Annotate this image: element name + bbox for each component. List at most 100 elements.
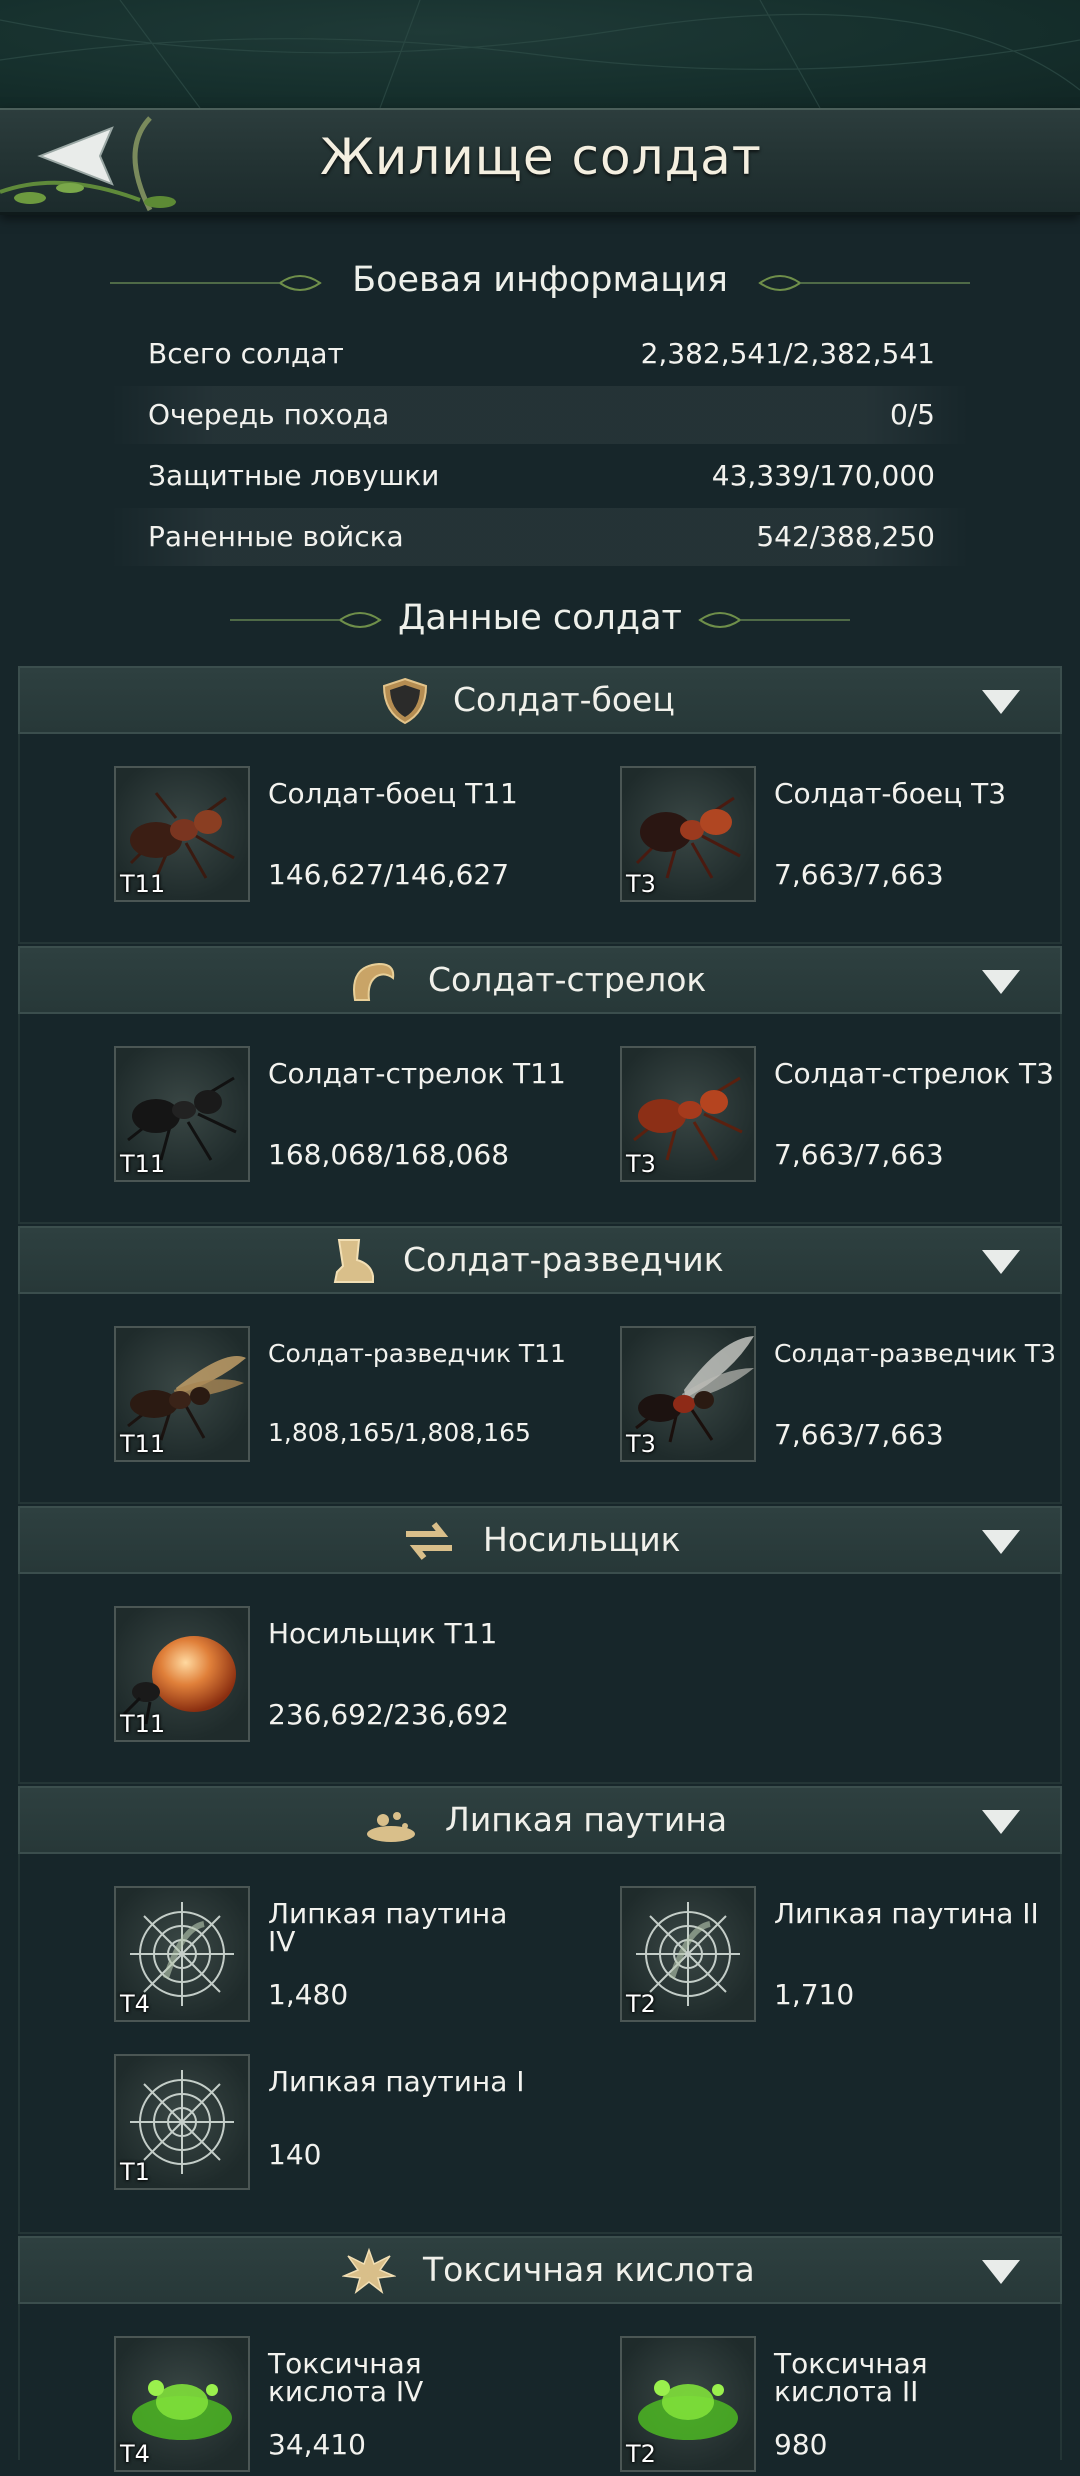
unit-name: Липкая паутина II [774,1897,1039,1930]
info-label: Очередь похода [148,398,390,431]
chevron-down-icon[interactable] [982,1250,1020,1274]
toxic-splash-icon [342,2247,396,2294]
category-header-fighter[interactable]: Солдат-боец [18,666,1062,734]
tier-badge: T3 [626,1430,656,1458]
unit-name: Токсичная кислота IV [268,2347,424,2408]
tier-badge: T11 [120,1150,166,1178]
category-body-sticky-web: T4 Липкая паутина IV 1,480 T2 Липкая пау… [18,1854,1062,2234]
unit-count: 1,808,165/1,808,165 [268,1418,531,1447]
info-value: 2,382,541/2,382,541 [640,337,935,370]
ant-shooter-image: T11 [114,1046,250,1182]
winged-ant-image: T3 [620,1326,756,1462]
unit-count: 7,663/7,663 [774,1418,944,1451]
unit-count: 140 [268,2138,322,2171]
unit-count: 1,710 [774,1978,855,2011]
unit-name: Солдат-стрелок T11 [268,1057,566,1090]
honeypot-ant-image: T11 [114,1606,250,1742]
spider-web-image: T2 [620,1886,756,2022]
sticky-web-icon [367,1812,415,1842]
unit-count: 7,663/7,663 [774,858,944,891]
info-value: 43,339/170,000 [711,459,935,492]
unit-card[interactable]: T1 Липкая паутина I 140 [114,2054,614,2194]
tier-badge: T4 [120,1990,150,2018]
category-title: Солдат-разведчик [403,1240,724,1279]
category-header-toxic-acid[interactable]: Токсичная кислота [18,2236,1062,2304]
category-body-toxic-acid: T4 Токсичная кислота IV 34,410 T2 Токсич… [18,2304,1062,2472]
chevron-down-icon[interactable] [982,970,1020,994]
unit-name: Солдат-разведчик T3 [774,1339,1057,1368]
top-background [0,0,1080,108]
unit-count: 236,692/236,692 [268,1698,510,1731]
unit-name: Носильщик T11 [268,1617,498,1650]
category-header-sticky-web[interactable]: Липкая паутина [18,1786,1062,1854]
toxic-acid-image: T2 [620,2336,756,2472]
tier-badge: T3 [626,1150,656,1178]
unit-name: Липкая паутина IV [268,1897,508,1958]
tier-badge: T1 [120,2158,150,2186]
unit-count: 7,663/7,663 [774,1138,944,1171]
unit-card[interactable]: T11 Носильщик T11 236,692/236,692 [114,1606,614,1746]
chevron-down-icon[interactable] [982,2260,1020,2284]
unit-name: Солдат-разведчик T11 [268,1339,566,1368]
transfer-arrows-icon [406,1522,452,1560]
unit-card[interactable]: T11 Солдат-разведчик T11 1,808,165/1,808… [114,1326,614,1466]
shield-icon [382,677,428,725]
tier-badge: T2 [626,1990,656,2018]
unit-card[interactable]: T3 Солдат-боец T3 7,663/7,663 [620,766,1080,906]
category-title: Солдат-боец [453,680,675,719]
category-title: Солдат-стрелок [428,960,707,999]
category-body-shooter: T11 Солдат-стрелок T11 168,068/168,068 T… [18,1014,1062,1224]
info-label: Защитные ловушки [148,459,440,492]
category-header-carrier[interactable]: Носильщик [18,1506,1062,1574]
tier-badge: T3 [626,870,656,898]
category-header-shooter[interactable]: Солдат-стрелок [18,946,1062,1014]
unit-card[interactable]: T11 Солдат-боец T11 146,627/146,627 [114,766,614,906]
category-title: Токсичная кислота [423,2250,755,2289]
category-body-scout: T11 Солдат-разведчик T11 1,808,165/1,808… [18,1294,1062,1504]
unit-name: Солдат-стрелок T3 [774,1057,1054,1090]
info-row-march-queue: Очередь похода 0/5 [110,386,970,444]
unit-count: 168,068/168,068 [268,1138,510,1171]
unit-card[interactable]: T4 Токсичная кислота IV 34,410 [114,2336,614,2476]
info-row-defense-traps: Защитные ловушки 43,339/170,000 [110,447,970,505]
unit-card[interactable]: T3 Солдат-стрелок T3 7,663/7,663 [620,1046,1080,1186]
chevron-down-icon[interactable] [982,1530,1020,1554]
info-label: Всего солдат [148,337,344,370]
ant-soldier-image: T3 [620,766,756,902]
unit-card[interactable]: T2 Липкая паутина II 1,710 [620,1886,1080,2026]
soldier-data-heading: Данные солдат [398,598,682,638]
category-body-fighter: T11 Солдат-боец T11 146,627/146,627 T3 С… [18,734,1062,944]
unit-count: 980 [774,2428,828,2461]
unit-card[interactable]: T2 Токсичная кислота II 980 [620,2336,1080,2476]
category-header-scout[interactable]: Солдат-разведчик [18,1226,1062,1294]
spider-web-image: T1 [114,2054,250,2190]
tier-badge: T11 [120,1710,166,1738]
header-bar: Жилище солдат [0,108,1080,215]
info-row-wounded: Раненные войска 542/388,250 [110,508,970,566]
ant-soldier-image: T11 [114,766,250,902]
unit-name: Солдат-боец T3 [774,777,1007,810]
tier-badge: T11 [120,870,166,898]
unit-card[interactable]: T3 Солдат-разведчик T3 7,663/7,663 [620,1326,1080,1466]
unit-card[interactable]: T4 Липкая паутина IV 1,480 [114,1886,614,2026]
unit-name: Солдат-боец T11 [268,777,518,810]
info-label: Раненные войска [148,520,404,553]
tier-badge: T11 [120,1430,166,1458]
unit-count: 34,410 [268,2428,366,2461]
info-value: 542/388,250 [756,520,935,553]
tier-badge: T4 [120,2440,150,2468]
unit-card[interactable]: T11 Солдат-стрелок T11 168,068/168,068 [114,1046,614,1186]
tier-badge: T2 [626,2440,656,2468]
back-button[interactable] [0,110,200,212]
battle-info-heading: Боевая информация [352,260,728,300]
unit-count: 1,480 [268,1978,349,2011]
chevron-down-icon[interactable] [982,1810,1020,1834]
unit-count: 146,627/146,627 [268,858,510,891]
web-pattern [0,0,1080,108]
info-row-total-soldiers: Всего солдат 2,382,541/2,382,541 [110,325,970,383]
page-title: Жилище солдат [320,128,762,186]
spider-web-image: T4 [114,1886,250,2022]
unit-name: Липкая паутина I [268,2065,525,2098]
ant-shooter-image: T3 [620,1046,756,1182]
chevron-down-icon[interactable] [982,690,1020,714]
